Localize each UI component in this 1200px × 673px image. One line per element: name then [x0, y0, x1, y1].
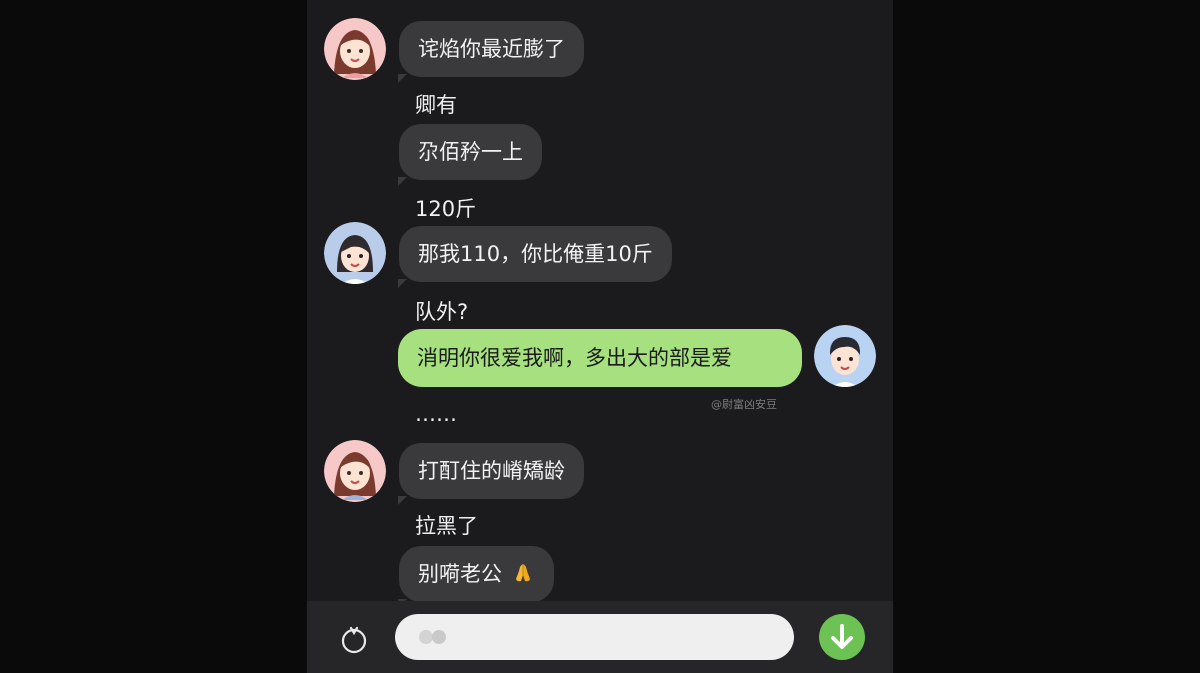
- avatar-girl[interactable]: [324, 440, 386, 502]
- message-text: 拉黑了: [415, 514, 478, 538]
- message-text-plain: 卿有: [415, 89, 457, 119]
- typing-dots-icon: [419, 630, 446, 644]
- message-text: 那我110，你比俺重10斤: [418, 242, 653, 266]
- message-text-plain: 队外?: [415, 296, 468, 326]
- avatar-boy[interactable]: [814, 325, 876, 387]
- input-bar: [307, 601, 893, 673]
- send-button[interactable]: [819, 614, 865, 660]
- message-input[interactable]: [395, 614, 794, 660]
- avatar-girl-blue[interactable]: [324, 222, 386, 284]
- message-bubble[interactable]: 那我110，你比俺重10斤: [398, 226, 672, 288]
- message-text: ……: [415, 402, 457, 426]
- message-text: 诧焰你最近膨了: [418, 37, 565, 61]
- message-text: 尕佰矜一上: [418, 140, 523, 164]
- message-bubble[interactable]: 别嗬老公: [398, 546, 554, 608]
- message-bubble[interactable]: 诧焰你最近膨了: [398, 21, 584, 83]
- message-bubble-outgoing[interactable]: 消明你很爱我啊，多出大的部是爱: [398, 329, 802, 387]
- message-text: 队外?: [415, 300, 469, 324]
- message-text-plain: 拉黑了: [415, 510, 478, 540]
- message-text: 120斤: [415, 197, 477, 221]
- avatar-girl[interactable]: [324, 18, 386, 80]
- message-text: 别嗬老公: [418, 562, 502, 586]
- message-text: 打酊住的嵴矯龄: [418, 459, 565, 483]
- chat-screen: 诧焰你最近膨了 卿有 尕佰矜一上 120斤 那我110，你比俺重10斤 队外? …: [307, 0, 893, 673]
- message-bubble[interactable]: 尕佰矜一上: [398, 124, 542, 186]
- arrow-down-icon: [831, 624, 853, 649]
- watermark: @尉富凶安豆: [711, 398, 777, 411]
- voice-icon: [341, 626, 367, 654]
- message-text: 消明你很爱我啊，多出大的部是爱: [417, 346, 732, 370]
- voice-button[interactable]: [337, 622, 371, 656]
- message-bubble[interactable]: 打酊住的嵴矯龄: [398, 443, 584, 505]
- message-text-plain: ……: [415, 402, 457, 426]
- message-text-plain: 120斤: [415, 193, 476, 223]
- message-text: 卿有: [415, 93, 457, 117]
- folded-hands-emoji: [515, 564, 530, 582]
